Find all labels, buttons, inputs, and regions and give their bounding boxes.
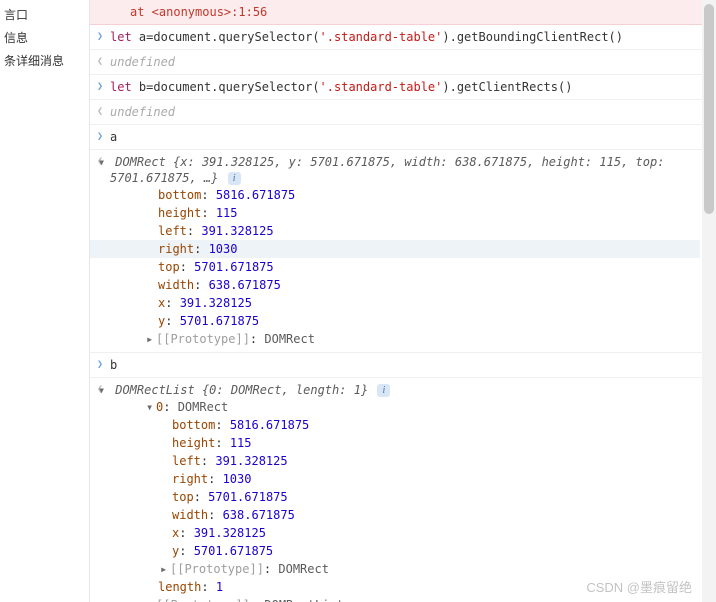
console-object-row: DOMRect {x: 391.328125, y: 5701.671875, … — [90, 150, 716, 353]
console-return-row: undefined — [90, 50, 716, 75]
object-summary[interactable]: DOMRectList {0: DOMRect, length: 1} — [115, 383, 375, 397]
console-input-row[interactable]: let b=document.querySelector('.standard-… — [90, 75, 716, 100]
property-tree: bottom: 5816.671875 height: 115 left: 39… — [110, 186, 700, 348]
output-chevron-icon — [90, 104, 110, 120]
expand-caret-icon[interactable] — [98, 154, 108, 170]
expand-caret-icon[interactable] — [146, 596, 156, 602]
console-panel: at <anonymous>:1:56 let a=document.query… — [90, 0, 716, 602]
info-icon[interactable]: i — [377, 384, 390, 397]
input-chevron-icon — [90, 29, 110, 45]
expand-caret-icon[interactable] — [160, 560, 170, 578]
input-chevron-icon — [90, 79, 110, 95]
input-chevron-icon — [90, 357, 110, 373]
sidebar-item[interactable]: 条详细消息 — [4, 52, 85, 69]
error-text: at <anonymous>:1:56 — [130, 4, 700, 20]
object-expansion: DOMRect {x: 391.328125, y: 5701.671875, … — [110, 154, 700, 348]
output-chevron-icon — [90, 54, 110, 70]
object-summary[interactable]: DOMRect {x: 391.328125, y: 5701.671875, … — [110, 155, 664, 185]
scrollbar-thumb[interactable] — [704, 4, 714, 214]
info-icon[interactable]: i — [228, 172, 241, 185]
expand-caret-icon[interactable] — [98, 382, 108, 398]
code-line: let b=document.querySelector('.standard-… — [110, 79, 700, 95]
scrollbar-track[interactable] — [702, 0, 716, 602]
error-line: at <anonymous>:1:56 — [90, 0, 716, 25]
expand-caret-icon[interactable] — [146, 398, 156, 416]
expand-caret-icon[interactable] — [146, 330, 156, 348]
sidebar: 言口 信息 条详细消息 — [0, 0, 90, 602]
code-line: a — [110, 129, 700, 145]
input-chevron-icon — [90, 129, 110, 145]
return-value: undefined — [110, 104, 700, 120]
code-line: let a=document.querySelector('.standard-… — [110, 29, 700, 45]
code-line: b — [110, 357, 700, 373]
object-expansion: DOMRectList {0: DOMRect, length: 1} i 0:… — [110, 382, 700, 602]
console-input-row[interactable]: a — [90, 125, 716, 150]
console-input-row[interactable]: let a=document.querySelector('.standard-… — [90, 25, 716, 50]
console-return-row: undefined — [90, 100, 716, 125]
sidebar-item[interactable]: 言口 — [4, 6, 85, 23]
property-tree: 0: DOMRect bottom: 5816.671875 height: 1… — [110, 398, 700, 602]
sidebar-item[interactable]: 信息 — [4, 29, 85, 46]
return-value: undefined — [110, 54, 700, 70]
console-input-row[interactable]: b — [90, 353, 716, 378]
console-object-row: DOMRectList {0: DOMRect, length: 1} i 0:… — [90, 378, 716, 602]
